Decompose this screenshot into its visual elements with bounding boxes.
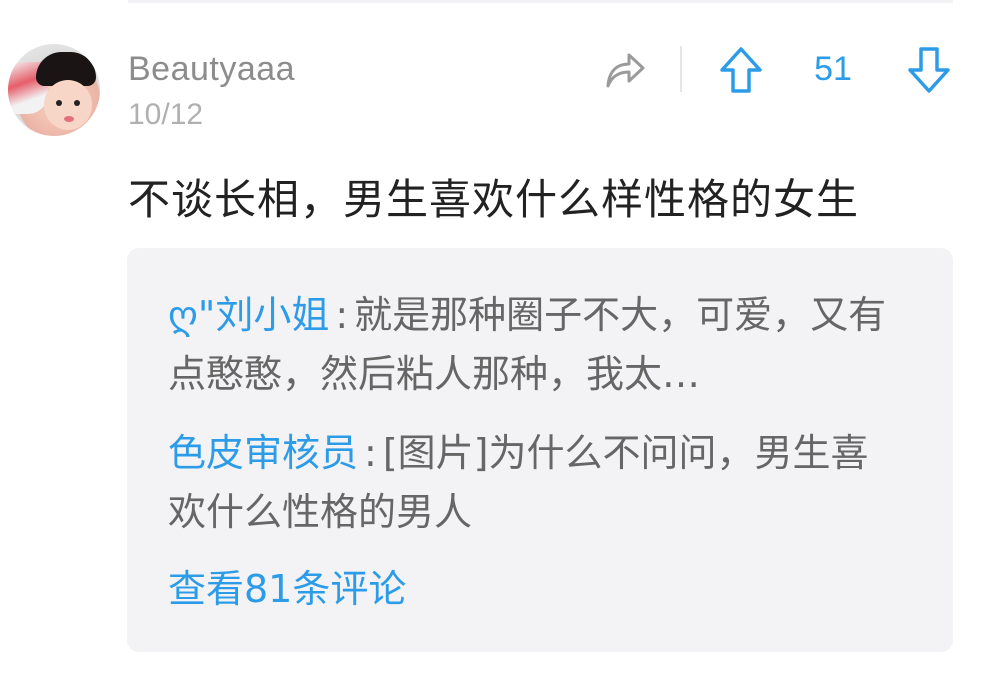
share-button[interactable] <box>600 46 648 94</box>
user-avatar[interactable] <box>8 44 100 136</box>
actions-divider <box>680 46 682 92</box>
top-divider <box>128 0 953 3</box>
vote-count: 51 <box>814 50 852 88</box>
upvote-button[interactable] <box>715 44 767 96</box>
share-arrow-icon <box>606 53 645 88</box>
avatar-eye <box>56 100 62 106</box>
view-all-comments-link[interactable]: 查看81条评论 <box>168 560 406 619</box>
avatar-mouth <box>64 116 74 122</box>
post-date: 10/12 <box>128 98 204 131</box>
comment-colon: : <box>335 293 349 337</box>
comment-author[interactable]: ღ"刘小姐 <box>168 293 329 337</box>
comment-author[interactable]: 色皮审核员 <box>168 431 358 475</box>
post-title[interactable]: 不谈长相，男生喜欢什么样性格的女生 <box>128 166 978 227</box>
downvote-button[interactable] <box>903 44 955 96</box>
arrow-down-icon <box>908 47 950 93</box>
comments-preview[interactable]: ღ"刘小姐: 就是那种圈子不大，可爱，又有点憨憨，然后粘人那种，我太… 色皮审核员… <box>127 248 953 652</box>
comment-item[interactable]: ღ"刘小姐: 就是那种圈子不大，可爱，又有点憨憨，然后粘人那种，我太… <box>168 286 888 404</box>
comment-item[interactable]: 色皮审核员: [图片]为什么不问问，男生喜欢什么性格的男人 <box>168 424 888 542</box>
avatar-eye <box>74 100 80 106</box>
arrow-up-icon <box>720 47 762 93</box>
avatar-face <box>44 80 92 130</box>
comment-colon: : <box>364 431 377 475</box>
username[interactable]: Beautyaaa <box>128 50 295 89</box>
